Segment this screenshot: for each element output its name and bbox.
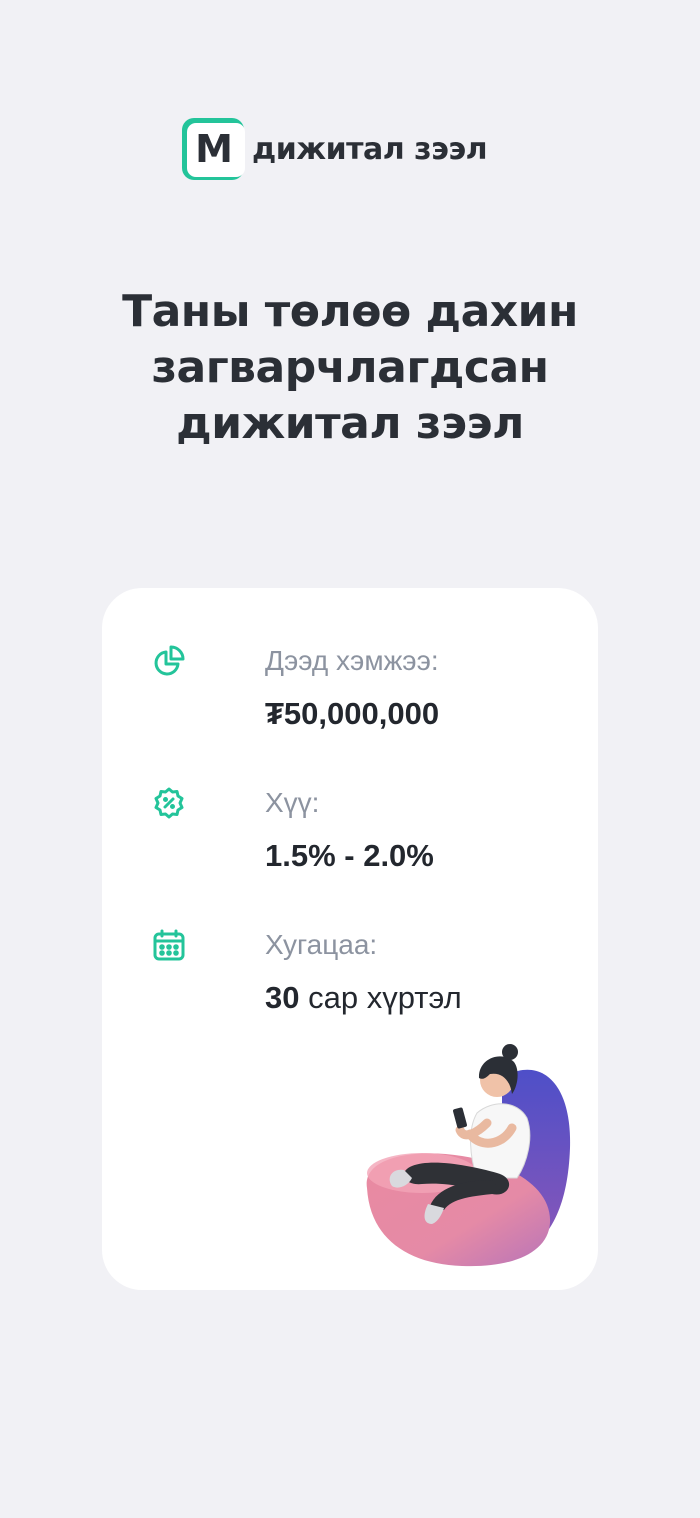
logo-letter: М: [195, 127, 233, 171]
loan-info-card: Дээд хэмжээ: ₮50,000,000 Хүү: 1.5% - 2.0…: [102, 588, 598, 1290]
term-number: 30: [265, 980, 300, 1015]
interest-label: Хүү:: [265, 787, 320, 818]
term-value: 30 сар хүртэл: [265, 978, 462, 1018]
logo-text: дижитал зээл: [252, 131, 488, 167]
percent-badge-icon: [152, 786, 186, 820]
max-amount-label: Дээд хэмжээ:: [265, 645, 439, 676]
brand-logo: М дижитал зээл: [180, 116, 488, 182]
term-label: Хугацаа:: [265, 929, 378, 960]
page-headline: Таны төлөө дахин загварчлагдсан дижитал …: [60, 284, 640, 452]
person-on-beanbag-illustration: [352, 1038, 582, 1278]
max-amount-value: ₮50,000,000: [265, 694, 439, 734]
interest-value: 1.5% - 2.0%: [265, 836, 434, 876]
headline-line-3: дижитал зээл: [176, 398, 524, 449]
term-suffix: сар хүртэл: [299, 980, 462, 1015]
pie-chart-icon: [152, 644, 186, 678]
max-amount-number: ₮50,000,000: [265, 696, 440, 731]
headline-line-2: загварчлагдсан: [151, 342, 549, 393]
headline-line-1: Таны төлөө дахин: [122, 286, 578, 337]
logo-mark-icon: М: [180, 116, 246, 182]
interest-number: 1.5% - 2.0%: [265, 838, 434, 873]
calendar-icon: [152, 928, 186, 962]
